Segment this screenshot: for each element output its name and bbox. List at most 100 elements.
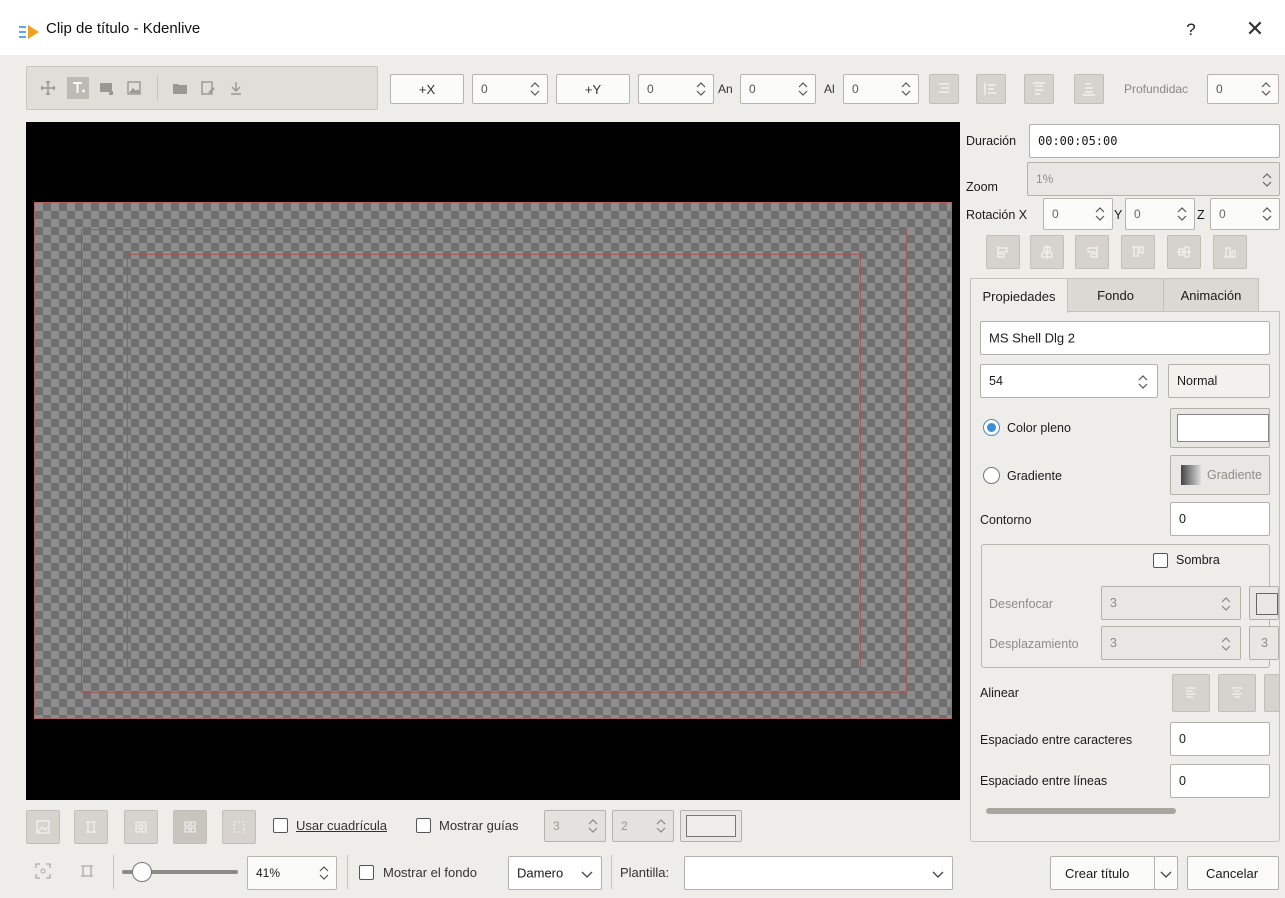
align-object-bottom-icon[interactable] [1213, 235, 1247, 269]
font-family-field[interactable]: MS Shell Dlg 2 [980, 321, 1270, 355]
template-select[interactable] [684, 856, 953, 890]
zoom-field[interactable]: 1% [1027, 162, 1280, 196]
align-bottom-icon[interactable] [1074, 74, 1104, 104]
align-object-left-icon[interactable] [986, 235, 1020, 269]
text-align-right-icon[interactable] [1264, 674, 1280, 712]
template-label: Plantilla: [620, 865, 670, 880]
duration-field[interactable]: 00:00:05:00 [1029, 124, 1280, 158]
background-mode-select[interactable]: Damero [508, 856, 602, 890]
cancel-button[interactable]: Cancelar [1187, 856, 1279, 890]
zoom-slider[interactable] [122, 862, 238, 882]
show-guides-checkbox[interactable] [416, 818, 431, 833]
zoom-slider-handle[interactable] [132, 862, 152, 882]
height-spinbox[interactable]: 0 [843, 74, 919, 104]
height-label: Al [824, 82, 835, 96]
safe-area-inner [127, 254, 861, 668]
tab-fondo[interactable]: Fondo [1067, 278, 1164, 312]
spin-arrows-icon [901, 82, 911, 96]
font-weight-select[interactable]: Normal [1168, 364, 1270, 398]
align-left-icon[interactable] [976, 74, 1006, 104]
align-object-right-icon[interactable] [1075, 235, 1109, 269]
window-title: Clip de título - Kdenlive [46, 20, 201, 37]
bottom-separator [611, 855, 612, 889]
close-button[interactable]: ✕ [1240, 14, 1270, 44]
create-title-button[interactable]: Crear título [1050, 856, 1155, 890]
solid-color-radio[interactable] [983, 419, 1000, 436]
spin-arrows-icon [1177, 207, 1187, 221]
title-preview-canvas[interactable] [26, 122, 960, 800]
zoom-fit-icon[interactable] [34, 862, 52, 880]
download-icon[interactable] [225, 77, 247, 99]
tool-group [26, 66, 378, 110]
width-spinbox[interactable]: 0 [740, 74, 816, 104]
rectangle-tool-icon[interactable] [95, 77, 117, 99]
spin-arrows-icon [1095, 207, 1105, 221]
use-grid-checkbox[interactable] [273, 818, 288, 833]
transparent-frame[interactable] [34, 202, 952, 719]
tab-animacion[interactable]: Animación [1163, 278, 1259, 312]
letter-spacing-field[interactable]: 0 [1170, 722, 1270, 756]
depth-spinbox[interactable]: 0 [1207, 74, 1279, 104]
gradient-button[interactable]: Gradiente [1170, 455, 1270, 495]
text-tool-icon[interactable] [67, 77, 89, 99]
x-position-spinbox[interactable]: 0 [472, 74, 548, 104]
cancel-label: Cancelar [1206, 866, 1259, 881]
gradient-radio[interactable] [983, 467, 1000, 484]
align-object-top-icon[interactable] [1121, 235, 1155, 269]
image-tool-icon[interactable] [123, 77, 145, 99]
spin-arrows-icon [696, 82, 706, 96]
font-size-spinbox[interactable]: 54 [980, 364, 1158, 398]
color-picker-button[interactable] [1170, 408, 1270, 448]
window-titlebar: Clip de título - Kdenlive ? ✕ [0, 0, 1285, 55]
column-icon[interactable] [74, 810, 108, 844]
rotation-y-spinbox[interactable]: 0 [1125, 198, 1195, 230]
depth-label: Profundidac [1124, 82, 1189, 96]
rotation-z-spinbox[interactable]: 0 [1210, 198, 1280, 230]
grid-small-icon[interactable] [124, 810, 158, 844]
align-object-vcenter-icon[interactable] [1167, 235, 1201, 269]
y-position-spinbox[interactable]: 0 [638, 74, 714, 104]
align-object-hcenter-icon[interactable] [1030, 235, 1064, 269]
offset-spinbox-2[interactable]: 3 [1249, 626, 1279, 660]
zoom-original-icon[interactable] [78, 862, 96, 880]
zoom-percent-spinbox[interactable]: 41% [247, 856, 337, 890]
align-top-icon[interactable] [1024, 74, 1054, 104]
line-spacing-field[interactable]: 0 [1170, 764, 1270, 798]
spin-arrows-icon [1262, 173, 1272, 187]
blur-spinbox[interactable]: 3 [1101, 586, 1241, 620]
select-tool-icon[interactable] [37, 77, 59, 99]
plus-x-button[interactable]: +X [390, 74, 464, 104]
show-background-label: Mostrar el fondo [383, 865, 477, 880]
text-align-center-icon[interactable] [1218, 674, 1256, 712]
bottom-separator [113, 855, 114, 889]
align-right-icon[interactable] [929, 74, 959, 104]
create-title-menu-button[interactable] [1154, 856, 1178, 890]
outline-width-field[interactable]: 0 [1170, 502, 1270, 536]
rotation-x-spinbox[interactable]: 0 [1043, 198, 1113, 230]
offset-spinbox[interactable]: 3 [1101, 626, 1241, 660]
show-guides-label: Mostrar guías [439, 818, 519, 833]
selection-rect-icon[interactable] [222, 810, 256, 844]
shadow-checkbox[interactable] [1153, 553, 1168, 568]
plus-y-button[interactable]: +Y [556, 74, 630, 104]
open-icon[interactable] [169, 77, 191, 99]
shadow-color-button[interactable] [1249, 586, 1279, 620]
spin-arrows-icon [530, 82, 540, 96]
show-background-checkbox[interactable] [359, 865, 374, 880]
bottom-separator [347, 855, 348, 889]
letter-spacing-label: Espaciado entre caracteres [980, 733, 1133, 747]
solid-color-label: Color pleno [1007, 421, 1071, 435]
text-align-left-icon[interactable] [1172, 674, 1210, 712]
spin-arrows-icon [1262, 207, 1272, 221]
grid-large-icon[interactable] [173, 810, 207, 844]
help-button[interactable]: ? [1178, 16, 1204, 44]
guides-h-spinbox[interactable]: 3 [544, 810, 606, 842]
tab-propiedades[interactable]: Propiedades [970, 278, 1068, 313]
guides-v-spinbox[interactable]: 2 [612, 810, 674, 842]
save-icon[interactable] [197, 77, 219, 99]
rotation-y-label: Y [1114, 208, 1123, 222]
properties-scrollbar[interactable] [986, 808, 1176, 814]
image-insert-icon[interactable] [26, 810, 60, 844]
guides-color-button[interactable] [680, 810, 742, 842]
rotation-x-label: Rotación X [966, 208, 1028, 222]
